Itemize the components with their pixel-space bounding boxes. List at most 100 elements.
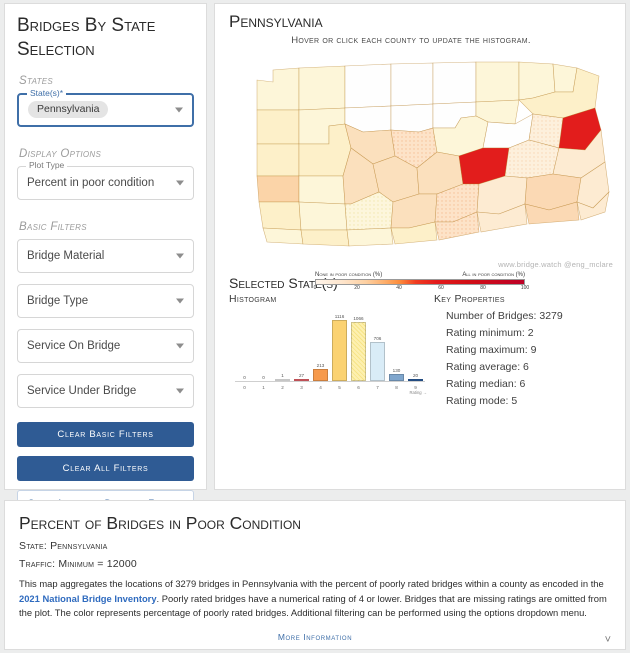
histogram-bar[interactable] [388,373,405,381]
key-property-item: Rating maximum: 9 [446,344,537,357]
county-greene [262,227,304,245]
group-label-basic-filters: Basic Filters [19,220,87,233]
map-stage[interactable]: www.bridge.watch @eng_mclare [215,46,627,271]
bridge-material-value: Bridge Material [27,249,105,262]
histogram-bar[interactable] [312,369,329,381]
group-label-display-options: Display Options [19,147,102,160]
key-property-item: Rating median: 6 [446,378,526,391]
state-chip-pennsylvania[interactable]: Pennsylvania [28,100,109,119]
histogram-bar-slot[interactable]: 706 [368,309,387,381]
pennsylvania-county-map[interactable] [233,52,611,252]
options-sidebar-panel: Bridges By State Selection States State(… [4,3,207,518]
key-property-item: Rating average: 6 [446,361,529,374]
histogram-x-tick: 7 [376,385,379,390]
histogram-bar-value-label: 1 [281,372,284,378]
bridge-material-wrap: Bridge Material [17,238,194,273]
service-on-bridge-select[interactable]: Service On Bridge [17,328,194,363]
county-allegheny [298,201,348,231]
bridge-type-wrap: Bridge Type [17,283,194,318]
chevron-down-icon[interactable] [176,298,184,304]
map-watermark: www.bridge.watch @eng_mclare [498,260,613,269]
colorbar-tick: 40 [396,285,402,291]
colorbar-high-label: All in poor condition (%) [462,272,525,278]
histogram-bar-slot[interactable]: 1 [273,309,292,381]
county-warren [298,65,346,111]
county-somerset [346,227,394,247]
state-select-value: Pennsylvania [28,95,109,125]
histogram-bar-slot[interactable]: 27 [292,309,311,381]
description-title: Percent of Bridges in Poor Condition [19,513,301,533]
histogram-x-tick: 6 [357,385,360,390]
county-fayette [300,229,350,247]
key-properties-heading: Key Properties [434,293,505,305]
chevron-down-icon[interactable] [176,388,184,394]
histogram-bar[interactable] [331,319,348,381]
service-on-bridge-value: Service On Bridge [27,339,121,352]
description-body: This map aggregates the locations of 327… [19,577,611,621]
rating-histogram-chart[interactable]: 0 0 1 27 213 1116 1066 706 130 20 0123456789 Rati… [229,309,429,395]
county-bradford [475,61,520,103]
key-properties-list: Number of Bridges: 3279 Rating minimum: 2… [446,310,624,408]
histogram-x-tick: 5 [338,385,341,390]
histogram-bar-value-label: 1066 [353,316,364,322]
description-traffic-line: Traffic: Minimum = 12000 [19,558,137,570]
service-under-bridge-wrap: Service Under Bridge [17,373,194,408]
bridge-material-select[interactable]: Bridge Material [17,238,194,273]
service-under-bridge-select[interactable]: Service Under Bridge [17,373,194,408]
county-mckean [344,63,392,109]
chevron-down-icon[interactable]: ˅ [605,634,611,646]
chevron-down-icon[interactable] [176,343,184,349]
histogram-bar-value-label: 0 [262,374,265,380]
county-potter [390,62,434,107]
county-cameron [390,103,434,133]
histogram-bar-slot[interactable]: 1066 [349,309,368,381]
plot-type-value: Percent in poor condition [27,176,155,189]
colorbar-tick: 0 [313,285,317,291]
plot-type-wrap: Plot Type Percent in poor condition [17,161,194,200]
chevron-down-icon[interactable] [176,253,184,259]
bridge-type-select[interactable]: Bridge Type [17,283,194,318]
histogram-bar-slot[interactable]: 0 [254,309,273,381]
key-property-item: Rating minimum: 2 [446,327,534,340]
clear-basic-filters-button[interactable]: Clear Basic Filters [17,421,194,447]
description-panel: Percent of Bridges in Poor Condition Sta… [4,500,626,650]
map-colorbar-legend: None in poor condition (%) All in poor c… [313,272,530,293]
bridge-type-value: Bridge Type [27,294,89,307]
histogram-bar-value-label: 0 [243,374,246,380]
more-information-button[interactable]: More Information [278,632,352,642]
chevron-down-icon[interactable] [175,107,183,113]
histogram-column: Histogram 0 0 1 27 213 1116 1066 706 130 20 0 1 2 3 4… [229,293,434,413]
histogram-bar-slot[interactable]: 20 [406,309,425,381]
histogram-bar-slot[interactable]: 213 [311,309,330,381]
histogram-bar-value-label: 27 [298,372,305,378]
selected-state-content: Histogram 0 0 1 27 213 1116 1066 706 130 20 0 1 2 3 4… [215,291,625,413]
histogram-bar-value-label: 213 [316,363,325,369]
histogram-bar[interactable] [369,342,386,381]
histogram-bar-slot[interactable]: 130 [387,309,406,381]
clear-all-filters-button[interactable]: Clear All Filters [17,455,194,481]
state-select[interactable]: State(s)* Pennsylvania [17,89,194,127]
histogram-x-tick-labels: 0123456789 [235,385,425,390]
plot-type-select[interactable]: Plot Type Percent in poor condition [17,161,194,200]
service-on-bridge-wrap: Service On Bridge [17,328,194,363]
more-information-row: More Information ˅ [5,627,625,646]
histogram-bar[interactable] [350,322,367,381]
description-state-line: State: Pennsylvania [19,540,108,552]
county-washington [258,201,302,231]
chevron-down-icon[interactable] [176,180,184,186]
county-beaver [256,175,300,203]
histogram-x-tick: 4 [319,385,322,390]
key-property-item: Number of Bridges: 3279 [446,310,563,322]
histogram-bar-value-label: 130 [392,367,401,373]
description-body-part1: This map aggregates the locations of 327… [19,578,604,589]
histogram-bar-value-label: 706 [373,336,382,342]
histogram-bar-value-label: 1116 [334,313,345,319]
histogram-bar-slot[interactable]: 0 [235,309,254,381]
county-tioga [432,61,477,105]
national-bridge-inventory-link[interactable]: 2021 National Bridge Inventory [19,593,157,604]
colorbar-ticks: 0 20 40 60 80 100 [313,285,530,293]
county-butler [298,175,346,205]
histogram-x-tick: 8 [395,385,398,390]
histogram-x-tick: 3 [300,385,303,390]
histogram-bar-slot[interactable]: 1116 [330,309,349,381]
